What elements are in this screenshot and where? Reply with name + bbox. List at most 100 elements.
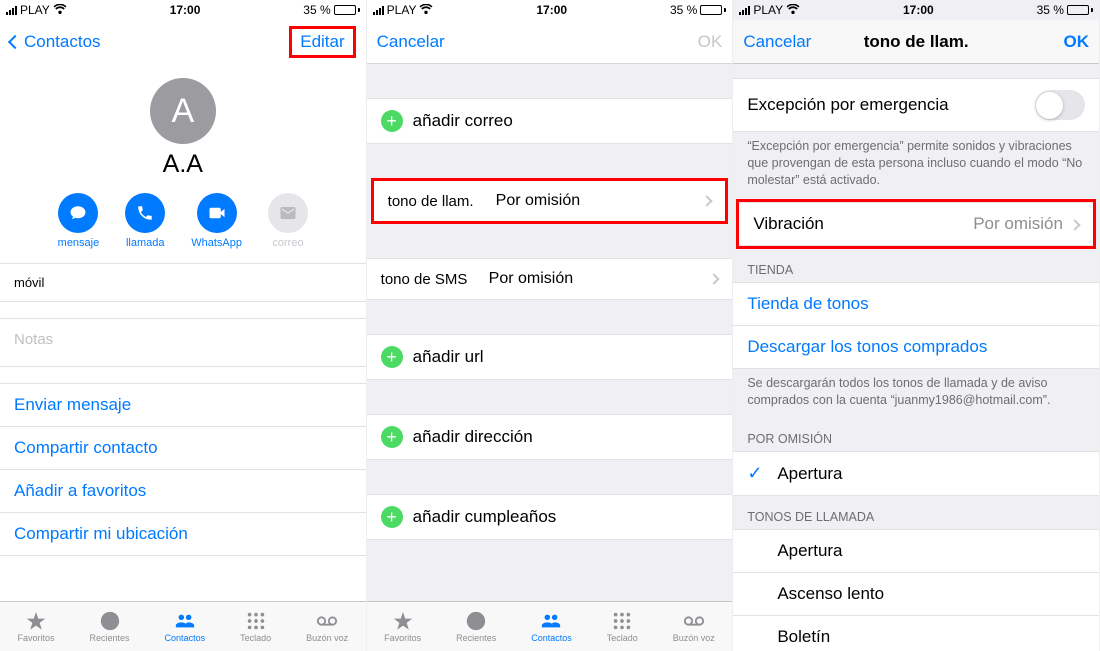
wifi-icon [786, 3, 800, 17]
share-location-link[interactable]: Compartir mi ubicación [0, 513, 366, 556]
back-button[interactable]: Contactos [10, 32, 101, 52]
ringtones-header: TONOS DE LLAMADA [733, 496, 1099, 529]
ringtone-label: Apertura [777, 541, 842, 561]
ringtone-content[interactable]: Excepción por emergencia “Excepción por … [733, 64, 1099, 651]
edit-content: + añadir correo tono de llam. Por omisió… [367, 64, 733, 601]
contacts-icon [172, 610, 198, 632]
ringtone-label: Boletín [777, 627, 830, 647]
mail-action: correo [268, 193, 308, 249]
tab-contacts[interactable]: Contactos [165, 610, 206, 643]
tab-bar: Favoritos Recientes Contactos Teclado Bu… [0, 601, 366, 651]
tab-favorites[interactable]: Favoritos [18, 610, 55, 643]
voicemail-icon [681, 610, 707, 632]
default-tone-label: Apertura [777, 464, 842, 484]
star-icon [23, 610, 49, 632]
tab-bar: Favoritos Recientes Contactos Teclado Bu… [367, 601, 733, 651]
wifi-icon [419, 3, 433, 17]
chevron-right-icon [710, 270, 718, 288]
phone-icon [136, 204, 154, 222]
add-birthday-row[interactable]: + añadir cumpleaños [367, 494, 733, 540]
ringtone-option[interactable]: Boletín [733, 616, 1099, 651]
tab-recents[interactable]: Recientes [90, 610, 130, 643]
download-tones-link[interactable]: Descargar los tonos comprados [733, 326, 1099, 369]
ringtone-option[interactable]: Apertura [733, 529, 1099, 573]
status-time: 17:00 [170, 3, 201, 17]
signal-icon [739, 6, 750, 15]
toggle-off[interactable] [1035, 90, 1085, 120]
clock-icon [463, 610, 489, 632]
ringtone-row[interactable]: tono de llam. Por omisión [374, 181, 726, 221]
battery-pct: 35 % [1037, 3, 1064, 17]
ringtone-option[interactable]: Ascenso lento [733, 573, 1099, 616]
sms-key: tono de SMS [381, 271, 489, 288]
ringtone-value: Por omisión [496, 192, 704, 210]
plus-icon: + [381, 506, 403, 528]
checkmark-icon: ✓ [747, 463, 765, 484]
call-action[interactable]: llamada [125, 193, 165, 249]
battery-pct: 35 % [303, 3, 330, 17]
mobile-label: móvil [14, 275, 44, 290]
tab-favorites[interactable]: Favoritos [384, 610, 421, 643]
edit-button[interactable]: Editar [289, 26, 355, 58]
add-url-row[interactable]: + añadir url [367, 334, 733, 380]
download-footer: Se descargarán todos los tonos de llamad… [733, 369, 1099, 419]
quick-actions: mensaje llamada WhatsApp correo [0, 193, 366, 263]
share-contact-link[interactable]: Compartir contacto [0, 427, 366, 470]
tab-keypad[interactable]: Teclado [607, 610, 638, 643]
avatar[interactable]: A [150, 78, 216, 144]
message-action[interactable]: mensaje [58, 193, 100, 249]
status-bar: PLAY 17:00 35 % [733, 0, 1099, 20]
send-message-link[interactable]: Enviar mensaje [0, 383, 366, 427]
tone-store-link[interactable]: Tienda de tonos [733, 282, 1099, 326]
ringtone-key: tono de llam. [388, 193, 496, 210]
nav-bar: Cancelar OK [367, 20, 733, 64]
contact-content: A A.A mensaje llamada WhatsApp correo mó… [0, 64, 366, 601]
store-header: TIENDA [733, 249, 1099, 282]
add-url-label: añadir url [413, 347, 484, 367]
wifi-icon [53, 3, 67, 17]
message-icon [69, 204, 87, 222]
add-email-label: añadir correo [413, 111, 513, 131]
battery-pct: 35 % [670, 3, 697, 17]
emergency-bypass-row[interactable]: Excepción por emergencia [733, 78, 1099, 132]
keypad-icon [609, 610, 635, 632]
video-icon [208, 204, 226, 222]
back-label: Contactos [24, 32, 101, 52]
ok-button[interactable]: OK [999, 32, 1089, 52]
battery-icon [334, 5, 360, 15]
signal-icon [373, 6, 384, 15]
default-tone-row[interactable]: ✓ Apertura [733, 451, 1099, 496]
add-address-row[interactable]: + añadir dirección [367, 414, 733, 460]
star-icon [390, 610, 416, 632]
vibration-label: Vibración [753, 214, 973, 234]
avatar-letter: A [171, 92, 194, 131]
cancel-button[interactable]: Cancelar [377, 32, 467, 52]
cancel-button[interactable]: Cancelar [743, 32, 833, 52]
nav-bar: Contactos Editar [0, 20, 366, 64]
chevron-right-icon [1071, 214, 1079, 234]
sms-tone-row[interactable]: tono de SMS Por omisión [367, 258, 733, 300]
edit-contact-screen: PLAY 17:00 35 % Cancelar OK + añadir cor… [367, 0, 734, 651]
add-birthday-label: añadir cumpleaños [413, 507, 557, 527]
plus-icon: + [381, 346, 403, 368]
add-email-row[interactable]: + añadir correo [367, 98, 733, 144]
default-header: POR OMISIÓN [733, 418, 1099, 451]
contacts-icon [538, 610, 564, 632]
notes-field[interactable]: Notas [0, 318, 366, 367]
ringtone-picker-screen: PLAY 17:00 35 % Cancelar tono de llam. O… [733, 0, 1100, 651]
tab-keypad[interactable]: Teclado [240, 610, 271, 643]
tab-voicemail[interactable]: Buzón voz [673, 610, 715, 643]
chevron-right-icon [703, 192, 711, 210]
carrier-label: PLAY [753, 3, 783, 17]
tab-contacts[interactable]: Contactos [531, 610, 572, 643]
mobile-row[interactable]: móvil [0, 263, 366, 302]
vibration-row[interactable]: Vibración Por omisión [739, 202, 1093, 246]
add-favorites-link[interactable]: Añadir a favoritos [0, 470, 366, 513]
emergency-footer: “Excepción por emergencia” permite sonid… [733, 132, 1099, 199]
whatsapp-label: WhatsApp [191, 237, 242, 249]
whatsapp-action[interactable]: WhatsApp [191, 193, 242, 249]
tab-voicemail[interactable]: Buzón voz [306, 610, 348, 643]
status-bar: PLAY 17:00 35 % [0, 0, 366, 20]
mail-icon [279, 204, 297, 222]
tab-recents[interactable]: Recientes [456, 610, 496, 643]
